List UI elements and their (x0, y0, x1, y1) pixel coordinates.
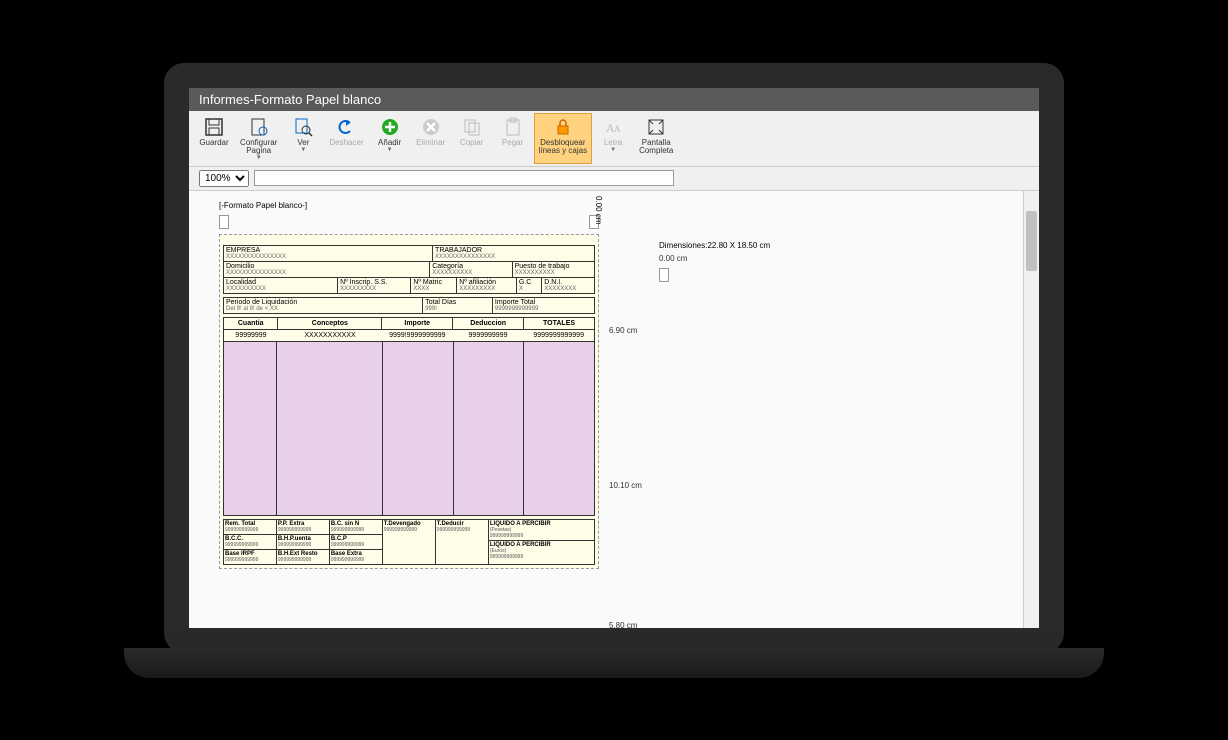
page-format-label: [-Formato Papel blanco-] (219, 201, 599, 210)
field-puesto: Puesto de trabajo (515, 263, 592, 270)
design-canvas[interactable]: 0.00 cm [-Formato Papel blanco-] EMPRESA… (189, 191, 1039, 628)
data-totales: 9999999999999 (523, 330, 594, 341)
dropdown-arrow-icon: ▼ (610, 147, 616, 153)
dimensions-label: Dimensiones:22.80 X 18.50 cm (659, 241, 809, 250)
ruler-m1: 0.00 cm (659, 254, 809, 263)
field-domicilio: Domicilio (226, 263, 427, 270)
copy-button[interactable]: Copiar (452, 113, 492, 164)
col-deduccion: Deduccion (453, 318, 524, 329)
undo-icon (335, 116, 357, 138)
undo-button[interactable]: Deshacer (324, 113, 368, 164)
vertical-scrollbar[interactable] (1023, 191, 1039, 628)
save-button[interactable]: Guardar (194, 113, 234, 164)
save-icon (203, 116, 225, 138)
preview-icon (292, 116, 314, 138)
unlock-lines-button[interactable]: Desbloquear líneas y cajas (534, 113, 592, 164)
fullscreen-button[interactable]: Pantalla Completa (634, 113, 678, 164)
data-cuantia: 99999999 (224, 330, 278, 341)
view-button[interactable]: Ver ▼ (283, 113, 323, 164)
paste-button[interactable]: Pegar (493, 113, 533, 164)
col-totales: TOTALES (524, 318, 594, 329)
detail-body[interactable] (223, 341, 595, 516)
main-toolbar: Guardar Configurar Pagina ▼ Ver ▼ Deshac… (189, 111, 1039, 167)
field-inscrip: Nº Inscrip. S.S. (340, 279, 408, 286)
field-importe: Importe Total (495, 299, 592, 306)
dropdown-arrow-icon: ▼ (256, 155, 262, 161)
window-title: Informes-Formato Papel blanco (199, 92, 381, 107)
ruler-m4: 5.80 cm (609, 621, 637, 628)
page-setup-icon (248, 116, 270, 138)
svg-text:A: A (614, 124, 621, 134)
field-periodo: Periodo de Liquidación (226, 299, 420, 306)
ruler-m3: 10.10 cm (609, 481, 642, 490)
field-empresa: EMPRESA (226, 247, 430, 254)
col-cuantia: Cuantia (224, 318, 278, 329)
delete-icon (420, 116, 442, 138)
dropdown-arrow-icon: ▼ (387, 147, 393, 153)
field-matric: Nº Matric (413, 279, 454, 286)
copy-icon (461, 116, 483, 138)
col-conceptos: Conceptos (278, 318, 382, 329)
field-localidad: Localidad (226, 279, 335, 286)
dropdown-arrow-icon: ▼ (300, 147, 306, 153)
font-button[interactable]: AA Letra ▼ (593, 113, 633, 164)
page-marker[interactable] (219, 215, 229, 229)
col-importe: Importe (382, 318, 453, 329)
lock-icon (552, 116, 574, 138)
field-totaldias: Total Días (425, 299, 490, 306)
address-input[interactable] (254, 170, 674, 186)
zoom-bar: 100% (189, 167, 1039, 191)
data-deduccion: 9999999999 (453, 330, 524, 341)
paste-icon (502, 116, 524, 138)
field-afiliacion: Nº afiliación (459, 279, 514, 286)
delete-button[interactable]: Eliminar (411, 113, 451, 164)
data-importe: 9999!9999999999 (382, 330, 453, 341)
data-conceptos: XXXXXXXXXXX (278, 330, 382, 341)
font-icon: AA (602, 116, 624, 138)
field-trabajador: TRABAJADOR (435, 247, 592, 254)
field-dni: D.N.I. (544, 279, 592, 286)
zoom-select[interactable]: 100% (199, 170, 249, 187)
page-preview[interactable]: EMPRESAXXXXXXXXXXXXXXX TRABAJADORXXXXXXX… (219, 234, 599, 569)
add-icon (379, 116, 401, 138)
window-titlebar: Informes-Formato Papel blanco (189, 88, 1039, 111)
section-marker[interactable] (659, 268, 669, 282)
field-gc: G.C (519, 279, 539, 286)
configure-page-button[interactable]: Configurar Pagina ▼ (235, 113, 282, 164)
field-categoria: Categoría (432, 263, 509, 270)
fullscreen-icon (645, 116, 667, 138)
add-button[interactable]: Añadir ▼ (370, 113, 410, 164)
ruler-top: 0.00 cm (594, 196, 603, 224)
ruler-m2: 6.90 cm (609, 326, 637, 335)
